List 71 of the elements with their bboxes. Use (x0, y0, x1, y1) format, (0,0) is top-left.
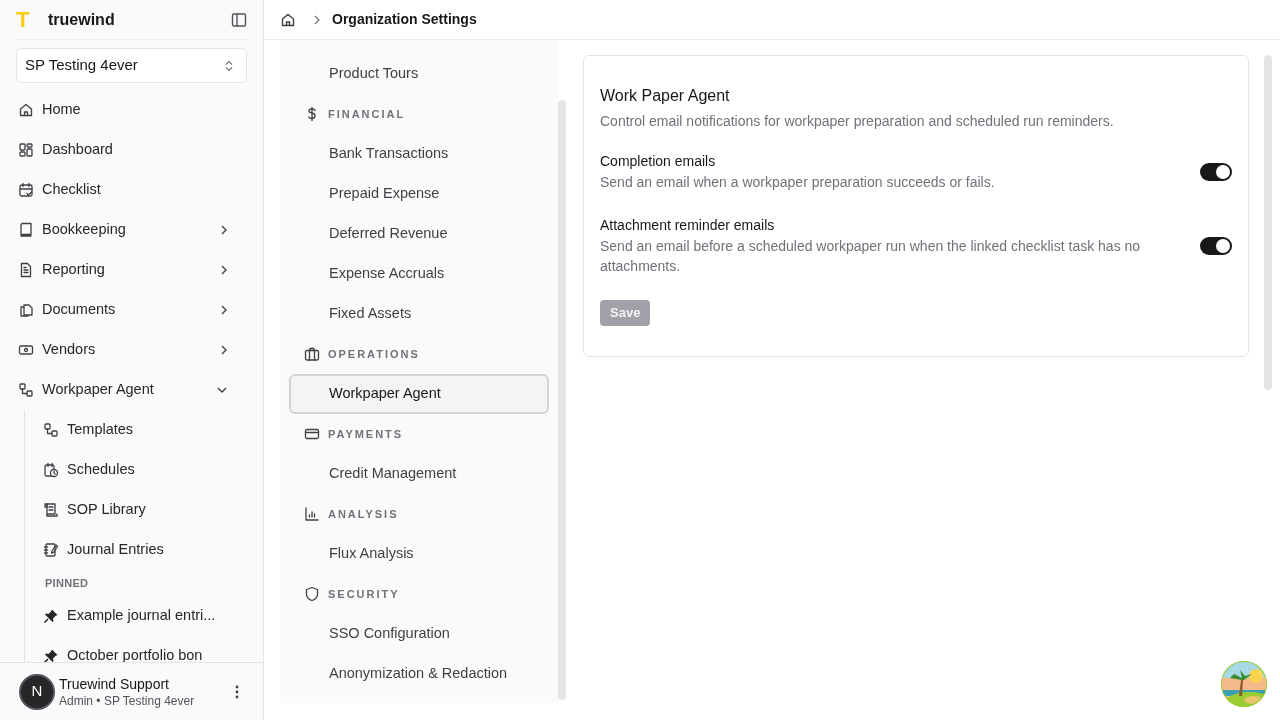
settings-nav-item[interactable]: Bank Transactions (289, 134, 549, 174)
panel-description: Control email notifications for workpaper preparation and scheduled run reminders. (600, 112, 1115, 131)
document-icon (18, 262, 34, 278)
chevron-up-down-icon (224, 59, 234, 72)
setting-description: Send an email when a workpaper preparation succeeds or fails. (600, 173, 996, 192)
setting-label: Completion emails (600, 152, 717, 171)
book-icon (18, 222, 34, 238)
scrollbar-thumb[interactable] (558, 100, 566, 700)
sidebar-nav-item[interactable]: Reporting (16, 250, 247, 290)
section-heading: OPERATIONS (328, 346, 420, 362)
sidebar-nav-item[interactable]: Workpaper Agent (16, 370, 247, 410)
dashboard-icon (18, 142, 34, 158)
calendar-icon (18, 182, 34, 198)
settings-nav-item[interactable]: Expense Accruals (289, 254, 549, 294)
settings-nav-item[interactable]: Anonymization & Redaction (289, 654, 549, 694)
settings-nav-item[interactable]: Product Tours (289, 54, 549, 94)
home-icon (18, 102, 34, 118)
setting-description: Send an email before a scheduled workpaper run when the linked checklist task has no attachments. (600, 237, 1142, 276)
settings-nav-item[interactable]: Prepaid Expense (289, 174, 549, 214)
sidebar-subitem[interactable]: SOP Library (43, 490, 247, 530)
sidebar-subitem[interactable]: Schedules (43, 450, 247, 490)
more-options-icon[interactable] (235, 684, 239, 699)
nodes-icon (43, 422, 59, 438)
section-heading: PAYMENTS (328, 426, 404, 442)
credit-card-icon (304, 426, 320, 442)
sidebar-subitem[interactable]: Journal Entries (43, 530, 247, 570)
brand-name: truewind (48, 9, 115, 30)
scrollbar-thumb[interactable] (1264, 55, 1272, 390)
organization-name: SP Testing 4ever (25, 55, 138, 76)
user-avatar[interactable]: N (19, 673, 55, 710)
breadcrumb-separator-icon (314, 14, 320, 25)
user-role: Admin • SP Testing 4ever (59, 692, 195, 709)
organization-selector[interactable]: SP Testing 4ever (16, 48, 247, 83)
nodes-icon (18, 382, 34, 398)
toggle-switch[interactable] (1200, 162, 1232, 181)
settings-nav-item[interactable]: Credit Management (289, 454, 549, 494)
logo-icon: T (16, 8, 36, 31)
calendar-clock-icon (43, 462, 59, 478)
sidebar-toggle-icon[interactable] (231, 11, 247, 28)
toggle-switch[interactable] (1200, 236, 1232, 255)
bar-chart-icon (304, 506, 320, 522)
documents-icon (18, 302, 34, 318)
pinned-item[interactable]: Example journal entri... (43, 596, 247, 636)
home-icon[interactable] (280, 11, 296, 28)
sidebar-subitem[interactable]: Templates (43, 410, 247, 450)
sidebar-nav-item[interactable]: Documents (16, 290, 247, 330)
settings-nav-item[interactable]: Flux Analysis (289, 534, 549, 574)
sidebar-nav-item[interactable]: Dashboard (16, 130, 247, 170)
scroll-icon (43, 502, 59, 518)
panel-title: Work Paper Agent (600, 86, 731, 106)
setting-label: Attachment reminder emails (600, 216, 776, 235)
notebook-pen-icon (43, 542, 59, 558)
sidebar-nav-item[interactable]: Home (16, 90, 247, 130)
pin-icon (43, 648, 59, 662)
breadcrumb-current: Organization Settings (332, 10, 477, 29)
cash-icon (18, 342, 34, 358)
section-heading: FINANCIAL (328, 106, 406, 122)
section-heading: ANALYSIS (328, 506, 399, 522)
section-label: PINNED (44, 575, 90, 591)
settings-nav-item[interactable]: Fixed Assets (289, 294, 549, 334)
section-heading: SECURITY (328, 586, 400, 602)
sidebar-nav-item[interactable]: Checklist (16, 170, 247, 210)
shield-icon (304, 586, 320, 602)
sidebar-nav-item[interactable]: Bookkeeping (16, 210, 247, 250)
pin-icon (43, 608, 59, 624)
user-name: Truewind Support (59, 674, 170, 693)
settings-nav-item[interactable]: SSO Configuration (289, 614, 549, 654)
settings-nav-item[interactable]: Workpaper Agent (289, 374, 549, 414)
settings-nav-item[interactable]: Deferred Revenue (289, 214, 549, 254)
sidebar-nav-item[interactable]: Vendors (16, 330, 247, 370)
briefcase-icon (304, 346, 320, 362)
